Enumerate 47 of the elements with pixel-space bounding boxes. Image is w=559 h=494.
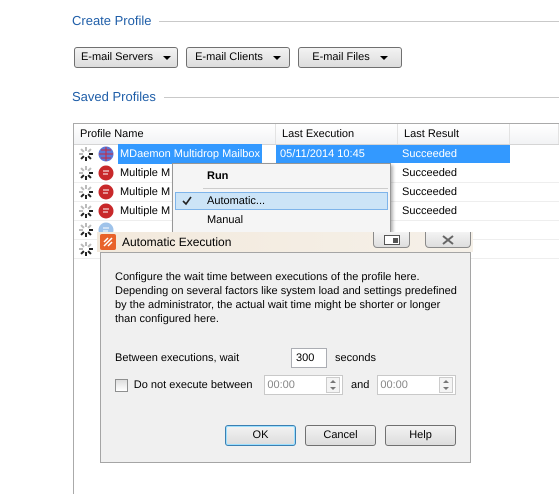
restore-icon [384,234,400,244]
dialog-button[interactable]: OK [225,425,296,446]
status-icon [78,165,94,181]
time-field[interactable]: 00:00 [377,375,456,395]
table-cell-text: Multiple M [119,184,172,200]
table-cell-text: Succeeded [401,184,458,200]
check-icon [182,196,192,206]
profile-icon [98,203,114,219]
status-icon [78,146,94,162]
wait-field[interactable]: 300 [291,348,327,368]
checkbox-label: Do not execute between [134,378,254,393]
table-cell-text: Succeeded [401,204,458,219]
dropdown-button[interactable]: E-mail Clients [186,47,290,68]
status-icon [78,203,94,219]
dialog-button[interactable]: Help [385,425,456,446]
status-icon [78,241,94,257]
and-label: and [351,378,370,393]
menu-item[interactable]: Automatic... [175,192,388,210]
checkbox[interactable] [115,378,128,392]
close-icon [442,234,454,244]
profile-icon [98,146,114,162]
app-icon [100,234,116,250]
table-cell: MDaemon Multidrop Mailbox [118,144,262,164]
dialog-button[interactable]: Cancel [305,425,376,446]
window-title: Automatic Execution [122,234,232,251]
status-icon [78,222,94,238]
table-cell: Succeeded [398,145,510,163]
section-heading: Create Profile [72,12,152,30]
description-text: Configure the wait time between executions of the profile here. Depending on several factors like system load and settings predefined by the administrator, the actual wait time might be shorter or longer than configured here. [115,270,458,326]
table-cell-text: Multiple M [119,204,172,219]
dropdown-button[interactable]: E-mail Files [298,47,402,68]
restore-button[interactable] [373,232,410,248]
field-label: Between executions, wait [115,350,240,366]
status-icon [78,184,94,200]
column-header[interactable]: Last Execution [276,124,398,144]
menu-item[interactable]: Run [175,167,388,185]
dropdown-button[interactable]: E-mail Servers [74,47,178,68]
section-heading: Saved Profiles [72,88,156,106]
table-cell: 05/11/2014 10:45 [276,145,398,163]
menu-item[interactable]: Manual [175,211,388,229]
column-header[interactable]: Last Result [398,124,510,144]
unit-label: seconds [335,350,376,366]
close-button[interactable] [425,232,471,248]
table-cell-text: Succeeded [401,166,458,181]
table-cell-text: Multiple M [119,166,172,181]
time-field[interactable]: 00:00 [264,375,344,395]
profile-icon [98,184,114,200]
